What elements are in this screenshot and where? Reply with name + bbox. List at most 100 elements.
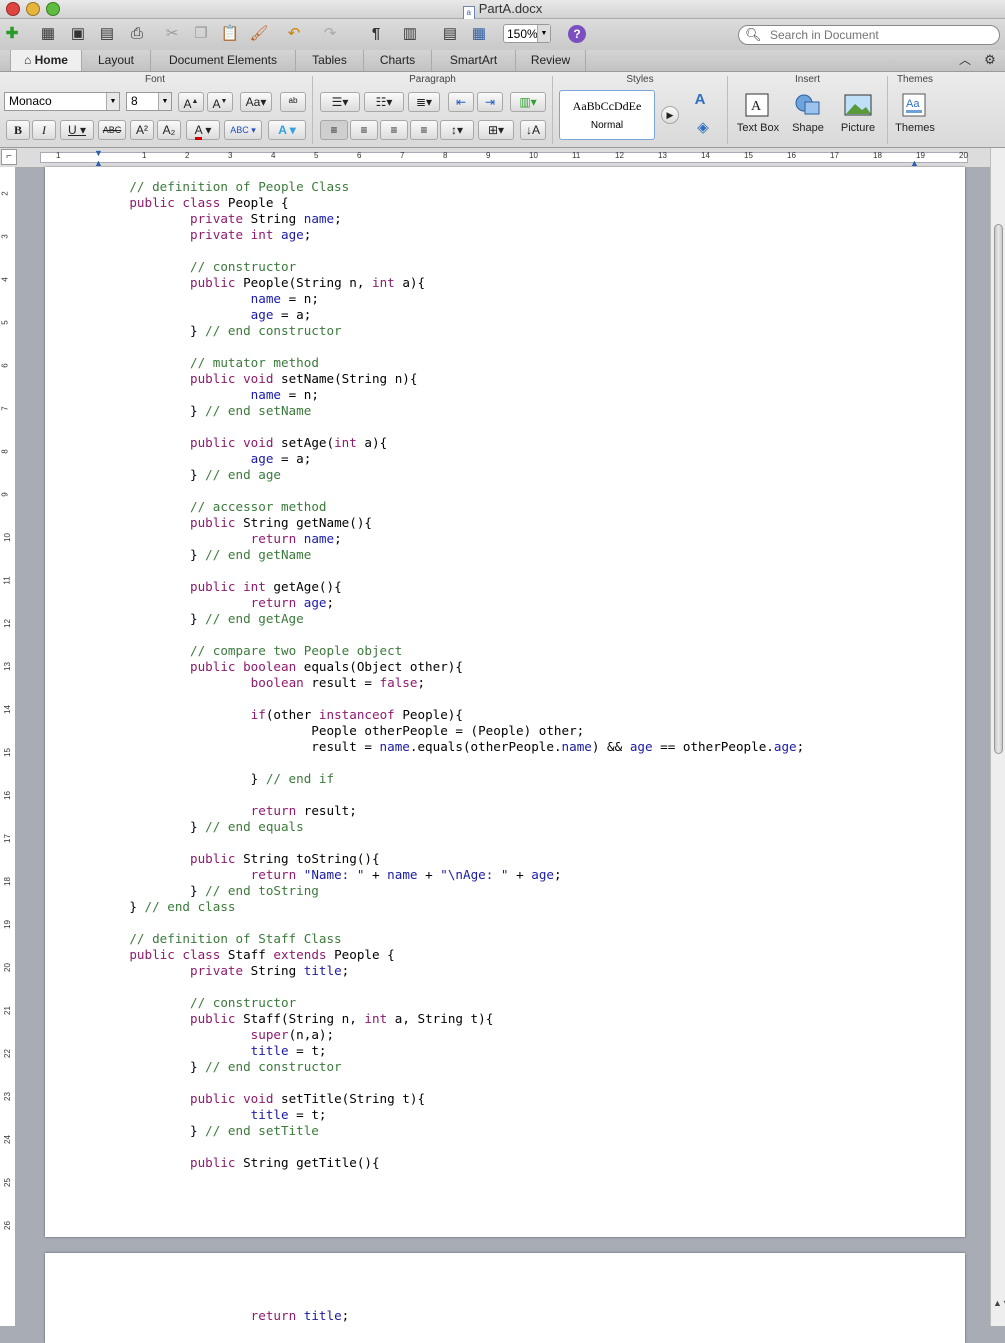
italic-button[interactable]: I <box>32 120 56 140</box>
code-block[interactable]: return title; <box>99 1308 350 1324</box>
underline-button[interactable]: U ▾ <box>60 120 94 140</box>
sort-button[interactable]: ↓A <box>520 120 546 140</box>
insert-picture-button[interactable]: Picture <box>833 90 883 142</box>
tab-stop-selector[interactable]: ⌐ <box>1 149 17 165</box>
tab-document-elements[interactable]: Document Elements <box>151 50 296 71</box>
gear-icon[interactable]: ⚙ <box>980 50 1000 70</box>
decrease-indent-button[interactable]: ⇤ <box>448 92 474 112</box>
open-folder-icon[interactable]: ▣ <box>68 24 88 44</box>
code-line: } // end getName <box>99 547 804 563</box>
svg-text:Aa: Aa <box>906 98 920 110</box>
multilevel-list-button[interactable]: ≣▾ <box>408 92 440 112</box>
document-page-2[interactable]: return title; <box>45 1253 965 1343</box>
code-line: title = t; <box>99 1043 804 1059</box>
scroll-arrows-icon[interactable]: ▲▼ <box>993 1298 1005 1308</box>
numbering-button[interactable]: ☷▾ <box>364 92 404 112</box>
code-token: false <box>379 675 418 690</box>
code-token: setName(String n){ <box>273 371 418 386</box>
templates-icon[interactable]: ▦ <box>38 24 58 44</box>
undo-icon[interactable]: ↶ <box>284 24 304 44</box>
columns-button[interactable]: ▥▾ <box>510 92 546 112</box>
code-token: return <box>250 803 297 818</box>
new-document-icon[interactable]: ✚ <box>2 24 22 44</box>
code-line: } // end setTitle <box>99 1123 804 1139</box>
title-bar: a PartA.docx <box>0 0 1005 20</box>
borders-button[interactable]: ⊞▾ <box>478 120 514 140</box>
zoom-select[interactable]: 150% ▼ <box>503 24 551 43</box>
toolbox-icon[interactable]: ▦ <box>469 24 489 44</box>
clear-formatting-button[interactable]: ᵃᵇ <box>280 92 306 112</box>
tab-layout[interactable]: Layout <box>82 50 151 71</box>
insert-text-box-button[interactable]: A Text Box <box>733 90 783 142</box>
horizontal-ruler[interactable]: ⌐ 1 1 2 3 4 5 6 7 8 9 10 11 12 13 14 15 16 17 18 19 20 ▼ ▲ ▲ <box>0 148 990 168</box>
bullets-button[interactable]: ☰▾ <box>320 92 360 112</box>
bold-button[interactable]: B <box>6 120 30 140</box>
code-token: } <box>99 611 206 626</box>
ruler-number: 6 <box>0 363 10 368</box>
code-token: setTitle(String t){ <box>273 1091 426 1106</box>
print-icon[interactable]: ⎙ <box>127 24 147 44</box>
scrollbar-thumb[interactable] <box>994 224 1003 754</box>
manage-styles-icon[interactable]: ◈ <box>693 118 713 138</box>
code-token: return <box>250 595 297 610</box>
first-line-indent-marker[interactable]: ▼ <box>94 148 103 158</box>
vertical-scrollbar[interactable]: ▲▼ <box>990 148 1005 1326</box>
code-token: People(String n, <box>235 275 372 290</box>
pilcrow-icon[interactable]: ¶ <box>366 24 386 44</box>
font-color-button[interactable]: A ▾ <box>186 120 220 140</box>
code-line: public People(String n, int a){ <box>99 275 804 291</box>
subscript-button[interactable]: A₂ <box>157 120 181 140</box>
line-spacing-button[interactable]: ↕▾ <box>440 120 474 140</box>
grow-font-button[interactable]: A▲ <box>178 92 204 112</box>
increase-indent-button[interactable]: ⇥ <box>477 92 503 112</box>
copy-icon[interactable]: ❐ <box>191 24 211 44</box>
code-token: People otherPeople = (People) other; <box>99 723 585 738</box>
code-token: = t; <box>288 1107 327 1122</box>
document-page-1[interactable]: // definition of People Class public cla… <box>45 167 965 1237</box>
align-right-button[interactable]: ≡ <box>380 120 408 140</box>
save-icon[interactable]: ▤ <box>97 24 117 44</box>
themes-button[interactable]: Aa Themes <box>890 90 940 142</box>
code-block[interactable]: // definition of People Class public cla… <box>99 179 804 1171</box>
sidebar-icon[interactable]: ▤ <box>440 24 460 44</box>
code-token: instanceof <box>318 707 395 722</box>
tab-charts[interactable]: Charts <box>364 50 432 71</box>
tab-review[interactable]: Review <box>516 50 586 71</box>
tab-smartart[interactable]: SmartArt <box>432 50 516 71</box>
superscript-button[interactable]: A² <box>130 120 154 140</box>
collapse-ribbon-icon[interactable]: ︿ <box>955 50 975 70</box>
align-left-button[interactable]: ≡ <box>320 120 348 140</box>
highlight-button[interactable]: ABC ▾ <box>224 120 262 140</box>
code-token: age <box>250 307 274 322</box>
tab-home[interactable]: ⌂ Home <box>10 50 82 71</box>
justify-button[interactable]: ≡ <box>410 120 438 140</box>
help-icon[interactable]: ? <box>568 25 586 43</box>
code-token: private int <box>190 227 274 242</box>
cut-icon[interactable]: ✂ <box>162 24 182 44</box>
change-case-button[interactable]: Aa▾ <box>240 92 272 112</box>
style-gallery-item-normal[interactable]: AaBbCcDdEe Normal <box>559 90 655 140</box>
styles-next-button[interactable]: ▶ <box>661 106 679 124</box>
code-token: // accessor method <box>190 499 327 514</box>
align-center-button[interactable]: ≡ <box>350 120 378 140</box>
font-size-select[interactable]: 8 ▼ <box>126 92 172 111</box>
styles-pane-icon[interactable]: A <box>690 90 710 110</box>
ruler-number: 20 <box>2 963 12 972</box>
format-painter-icon[interactable]: 🖌 <box>249 24 269 44</box>
paste-icon[interactable]: 📋 <box>220 24 240 44</box>
tab-tables[interactable]: Tables <box>296 50 364 71</box>
insert-shape-button[interactable]: Shape <box>783 90 833 142</box>
text-effects-button[interactable]: A ▾ <box>268 120 306 140</box>
search-input[interactable] <box>770 26 990 44</box>
font-name-select[interactable]: Monaco ▼ <box>4 92 120 111</box>
strikethrough-button[interactable]: ABC <box>98 120 126 140</box>
shrink-font-button[interactable]: A▼ <box>207 92 233 112</box>
redo-icon[interactable]: ↷ <box>320 24 340 44</box>
search-box[interactable]: 🔍︎ <box>738 25 1000 45</box>
code-token: public class <box>129 947 221 962</box>
view-icon[interactable]: ▥ <box>400 24 420 44</box>
